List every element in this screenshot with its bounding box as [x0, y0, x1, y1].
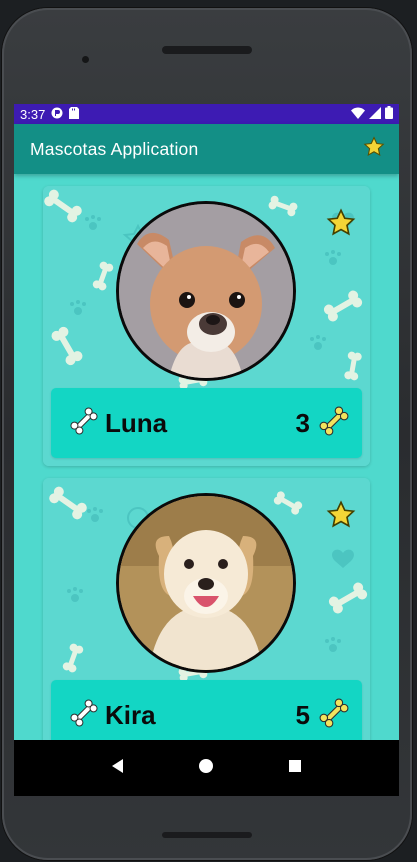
bone-icon [69, 406, 99, 441]
rate-bone-button[interactable] [318, 697, 350, 734]
speaker-grille [162, 46, 252, 54]
back-button[interactable] [110, 758, 126, 779]
signal-icon [369, 106, 381, 122]
star-icon [363, 135, 385, 156]
status-time: 3:37 [20, 106, 46, 122]
speaker-grille [162, 832, 252, 838]
screen: 3:37 Mascotas Application Luna 3 Kira 5 [14, 104, 399, 796]
favorites-star-button[interactable] [363, 135, 385, 163]
wifi-icon [351, 107, 365, 122]
pet-rating-count: 5 [295, 699, 310, 730]
pet-rating-count: 3 [295, 407, 310, 438]
recents-button[interactable] [287, 758, 303, 779]
notification-icon [51, 107, 63, 122]
pet-name: Kira [105, 699, 156, 730]
front-camera [82, 56, 89, 63]
pet-card[interactable]: Kira 5 [43, 478, 370, 740]
bone-icon [319, 698, 349, 727]
home-icon [199, 758, 214, 773]
bone-icon [319, 406, 349, 435]
pet-photo [116, 201, 296, 381]
pet-photo [116, 493, 296, 673]
navigation-bar [14, 740, 399, 796]
pet-card[interactable]: Luna 3 [43, 186, 370, 466]
chihuahua-image [119, 204, 293, 378]
star-icon [326, 500, 356, 528]
favorite-star-button[interactable] [326, 208, 356, 243]
golden-puppy-image [119, 496, 293, 670]
sd-card-icon [69, 106, 80, 122]
app-bar: Mascotas Application [14, 124, 399, 174]
pet-info-bar: Luna 3 [51, 388, 362, 458]
recents-icon [288, 759, 301, 772]
bone-icon [69, 698, 99, 733]
app-title: Mascotas Application [30, 138, 199, 159]
status-bar: 3:37 [14, 104, 399, 124]
device-frame: 3:37 Mascotas Application Luna 3 Kira 5 [2, 8, 412, 860]
star-icon [326, 208, 356, 236]
pet-name: Luna [105, 407, 168, 438]
rate-bone-button[interactable] [318, 405, 350, 442]
home-button[interactable] [198, 758, 214, 779]
back-icon [112, 758, 124, 773]
battery-icon [385, 106, 393, 122]
pet-list[interactable]: Luna 3 Kira 5 [14, 174, 399, 740]
pet-info-bar: Kira 5 [51, 680, 362, 740]
favorite-star-button[interactable] [326, 500, 356, 535]
